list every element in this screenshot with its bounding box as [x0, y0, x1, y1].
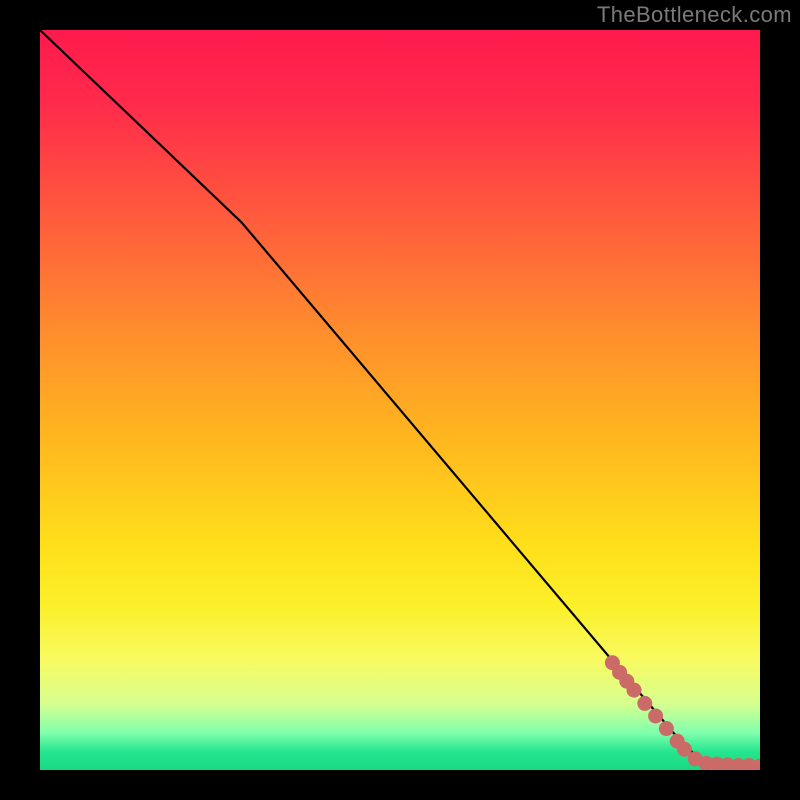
chart-marker — [659, 721, 674, 736]
chart-line — [40, 30, 760, 766]
chart-marker — [648, 708, 663, 723]
chart-markers — [605, 655, 760, 770]
watermark-text: TheBottleneck.com — [597, 2, 792, 28]
chart-canvas: TheBottleneck.com — [0, 0, 800, 800]
chart-overlay — [40, 30, 760, 770]
chart-marker — [627, 683, 642, 698]
chart-marker — [637, 696, 652, 711]
plot-area — [40, 30, 760, 770]
